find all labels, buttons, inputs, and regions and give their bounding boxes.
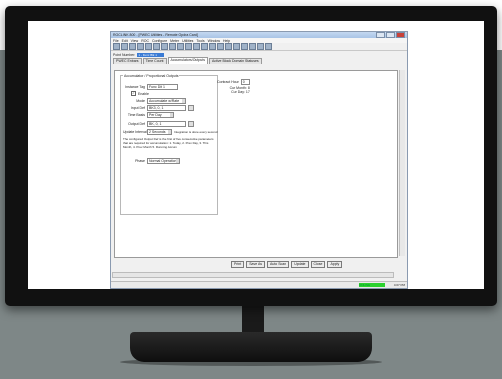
- menu-file[interactable]: File: [113, 39, 119, 43]
- copy-icon[interactable]: [145, 43, 152, 50]
- menu-edit[interactable]: Edit: [122, 39, 128, 43]
- horizontal-scrollbar[interactable]: [112, 272, 394, 278]
- new-icon[interactable]: [113, 43, 120, 50]
- display-icon[interactable]: [249, 43, 256, 50]
- minimize-button[interactable]: [376, 32, 385, 38]
- menu-tools[interactable]: Tools: [196, 39, 204, 43]
- status-bar: ONLINE 4:07 PM: [111, 281, 407, 288]
- auto-scan-button[interactable]: Auto Scan: [267, 261, 290, 268]
- update-button[interactable]: Update: [291, 261, 309, 268]
- print-icon[interactable]: [161, 43, 168, 50]
- vertical-scrollbar[interactable]: [399, 70, 405, 256]
- accumulator-group: Accumulator / Proportional Outputs Insta…: [120, 74, 218, 215]
- open-icon[interactable]: [121, 43, 128, 50]
- input-def-field[interactable]: BK3, 0, 1: [147, 105, 186, 111]
- event-icon[interactable]: [241, 43, 248, 50]
- monitor-screen: ROCLINK 800 - [PWEC Utilities - Remote O…: [28, 21, 484, 289]
- tab-accumulators-outputs[interactable]: Accumulators/Outputs: [167, 57, 208, 64]
- output-def-field[interactable]: BK, 0, 1: [147, 121, 186, 127]
- graph-icon[interactable]: [257, 43, 264, 50]
- time-basis-row: Time Basis Per Day: [123, 112, 174, 118]
- mode-label: Mode: [136, 99, 145, 103]
- time-basis-label: Time Basis: [127, 113, 145, 117]
- history-icon[interactable]: [225, 43, 232, 50]
- tab-strip: PWEC Enbars Time Count Accumulators/Outp…: [111, 57, 407, 64]
- close-button[interactable]: [396, 32, 405, 38]
- instance-tag-input[interactable]: Func Dit 1: [147, 84, 178, 90]
- tab-panel: Accumulator / Proportional Outputs Insta…: [114, 70, 398, 258]
- output-def-label: Output Def: [128, 122, 145, 126]
- point-number-label: Point Number:: [113, 52, 136, 57]
- zoom-icon[interactable]: [185, 43, 192, 50]
- print-button[interactable]: Print: [231, 261, 245, 268]
- output-def-browse-button[interactable]: [188, 121, 194, 127]
- alarm-icon[interactable]: [233, 43, 240, 50]
- phase-label: Phase: [135, 159, 145, 163]
- apply-button[interactable]: Apply: [327, 261, 343, 268]
- connect-icon[interactable]: [169, 43, 176, 50]
- update-interval-row: Update Interval 2 Seconds Integration is…: [123, 129, 217, 135]
- group-title: Accumulator / Proportional Outputs: [123, 74, 180, 78]
- tab-time-count[interactable]: Time Count: [142, 58, 167, 64]
- maximize-button[interactable]: [386, 32, 395, 38]
- menu-meter[interactable]: Meter: [170, 39, 179, 43]
- output-description: The configured Output Def is the first o…: [123, 137, 214, 149]
- tab-pwec-enbars[interactable]: PWEC Enbars: [113, 58, 142, 64]
- phase-select[interactable]: Normal Operation: [147, 158, 180, 164]
- phase-row: Phase Normal Operation: [123, 158, 180, 164]
- toolbar: [111, 43, 407, 51]
- input-def-label: Input Def: [130, 106, 145, 110]
- contract-info: Contract Hour 0 Cur Month: 8 Cur Day: 17: [217, 79, 250, 94]
- instance-tag-label: Instance Tag: [125, 85, 145, 89]
- window-title: ROCLINK 800 - [PWEC Utilities - Remote O…: [113, 33, 198, 37]
- enable-checkbox[interactable]: ✓: [131, 91, 136, 96]
- tab-active-block-domain-statuses[interactable]: Active Block Domain Statuses: [208, 58, 262, 64]
- paste-icon[interactable]: [153, 43, 160, 50]
- menu-utilities[interactable]: Utilities: [182, 39, 193, 43]
- point-row: Point Number: 1 - Func Blk 1: [111, 51, 407, 58]
- input-def-row: Input Def BK3, 0, 1: [123, 105, 194, 111]
- help-icon[interactable]: [265, 43, 272, 50]
- contract-hour-row: Contract Hour 0: [217, 79, 250, 85]
- button-row: Print Save As Auto Scan Update Close App…: [231, 261, 343, 268]
- io-icon[interactable]: [217, 43, 224, 50]
- output-def-row: Output Def BK, 0, 1: [123, 121, 194, 127]
- contract-hour-label: Contract Hour: [217, 80, 239, 84]
- close-dialog-button[interactable]: Close: [310, 261, 326, 268]
- point-number-select[interactable]: 1 - Func Blk 1: [137, 52, 165, 57]
- disconnect-icon[interactable]: [177, 43, 184, 50]
- mode-select[interactable]: Accumulate w/Rate: [147, 98, 186, 104]
- instance-tag-row: Instance Tag Func Dit 1: [123, 84, 178, 90]
- menu-configure[interactable]: Configure: [152, 39, 167, 43]
- status-time: 4:07 PM: [393, 283, 405, 287]
- menu-help[interactable]: Help: [223, 39, 230, 43]
- meter-icon[interactable]: [209, 43, 216, 50]
- cut-icon[interactable]: [137, 43, 144, 50]
- menu-view[interactable]: View: [131, 39, 139, 43]
- input-def-browse-button[interactable]: [188, 105, 194, 111]
- enable-row: ✓ Enable: [131, 91, 149, 96]
- save-icon[interactable]: [129, 43, 136, 50]
- search-icon[interactable]: [193, 43, 200, 50]
- monitor-bezel: ROCLINK 800 - [PWEC Utilities - Remote O…: [5, 6, 497, 306]
- monitor-stand-base: [130, 332, 372, 362]
- app-window: ROCLINK 800 - [PWEC Utilities - Remote O…: [110, 31, 408, 289]
- update-interval-note: Integration is done every second: [174, 130, 218, 134]
- enable-label: Enable: [138, 91, 149, 96]
- menu-window[interactable]: Window: [208, 39, 220, 43]
- mode-row: Mode Accumulate w/Rate: [123, 98, 186, 104]
- contract-hour-input[interactable]: 0: [240, 79, 250, 85]
- menu-roc[interactable]: ROC: [141, 39, 149, 43]
- time-basis-select[interactable]: Per Day: [147, 112, 174, 118]
- update-interval-select[interactable]: 2 Seconds: [147, 129, 172, 135]
- cur-day: Cur Day: 17: [231, 90, 250, 94]
- device-icon[interactable]: [201, 43, 208, 50]
- online-status-indicator: ONLINE: [359, 283, 385, 287]
- update-interval-label: Update Interval: [123, 130, 147, 134]
- save-as-button[interactable]: Save As: [246, 261, 266, 268]
